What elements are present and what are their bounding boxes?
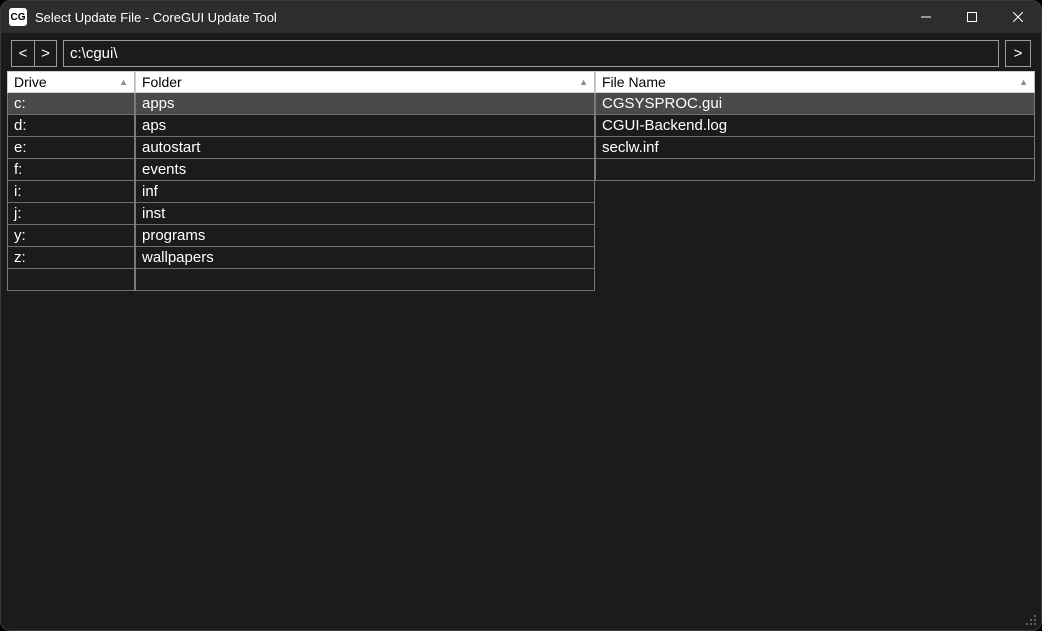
minimize-icon [921, 12, 931, 22]
folder-header[interactable]: Folder ▲ [135, 71, 595, 93]
folder-row[interactable]: apps [136, 93, 594, 115]
drive-row[interactable]: c: [8, 93, 134, 115]
drive-header-label: Drive [14, 74, 47, 90]
file-row[interactable]: CGUI-Backend.log [596, 115, 1034, 137]
folder-row-empty [136, 269, 594, 291]
folder-row[interactable]: events [136, 159, 594, 181]
minimize-button[interactable] [903, 1, 949, 33]
nav-back-button[interactable]: < [12, 41, 34, 66]
drive-column: Drive ▲ c:d:e:f:i:j:y:z: [7, 71, 135, 624]
folder-row[interactable]: inst [136, 203, 594, 225]
file-header[interactable]: File Name ▲ [595, 71, 1035, 93]
window-title: Select Update File - CoreGUI Update Tool [35, 10, 277, 25]
folder-row[interactable]: programs [136, 225, 594, 247]
drive-row[interactable]: j: [8, 203, 134, 225]
titlebar: CG Select Update File - CoreGUI Update T… [1, 1, 1041, 33]
file-header-label: File Name [602, 74, 666, 90]
file-row-empty [596, 159, 1034, 181]
folder-rows: appsapsautostarteventsinfinstprogramswal… [135, 93, 595, 291]
file-row[interactable]: seclw.inf [596, 137, 1034, 159]
drive-row[interactable]: y: [8, 225, 134, 247]
folder-column: Folder ▲ appsapsautostarteventsinfinstpr… [135, 71, 595, 624]
maximize-icon [967, 12, 977, 22]
go-button[interactable]: > [1005, 40, 1031, 67]
drive-row[interactable]: f: [8, 159, 134, 181]
sort-asc-icon: ▲ [579, 77, 588, 87]
drive-row[interactable]: d: [8, 115, 134, 137]
drive-row[interactable]: z: [8, 247, 134, 269]
maximize-button[interactable] [949, 1, 995, 33]
drive-row-empty [8, 269, 134, 291]
toolbar: < > > [1, 33, 1041, 71]
folder-row[interactable]: wallpapers [136, 247, 594, 269]
folder-row[interactable]: inf [136, 181, 594, 203]
drive-rows: c:d:e:f:i:j:y:z: [7, 93, 135, 291]
path-input[interactable] [63, 40, 999, 67]
browser-panes: Drive ▲ c:d:e:f:i:j:y:z: Folder ▲ appsap… [1, 71, 1041, 630]
file-column: File Name ▲ CGSYSPROC.guiCGUI-Backend.lo… [595, 71, 1035, 624]
close-button[interactable] [995, 1, 1041, 33]
folder-row[interactable]: autostart [136, 137, 594, 159]
nav-forward-button[interactable]: > [34, 41, 56, 66]
resize-grip[interactable] [1023, 612, 1037, 626]
folder-header-label: Folder [142, 74, 182, 90]
drive-header[interactable]: Drive ▲ [7, 71, 135, 93]
file-rows: CGSYSPROC.guiCGUI-Backend.logseclw.inf [595, 93, 1035, 181]
file-row[interactable]: CGSYSPROC.gui [596, 93, 1034, 115]
nav-group: < > [11, 40, 57, 67]
drive-row[interactable]: e: [8, 137, 134, 159]
sort-asc-icon: ▲ [1019, 77, 1028, 87]
sort-asc-icon: ▲ [119, 77, 128, 87]
drive-row[interactable]: i: [8, 181, 134, 203]
resize-grip-icon [1023, 612, 1037, 626]
app-window: CG Select Update File - CoreGUI Update T… [0, 0, 1042, 631]
folder-row[interactable]: aps [136, 115, 594, 137]
app-icon: CG [9, 8, 27, 26]
close-icon [1013, 12, 1023, 22]
